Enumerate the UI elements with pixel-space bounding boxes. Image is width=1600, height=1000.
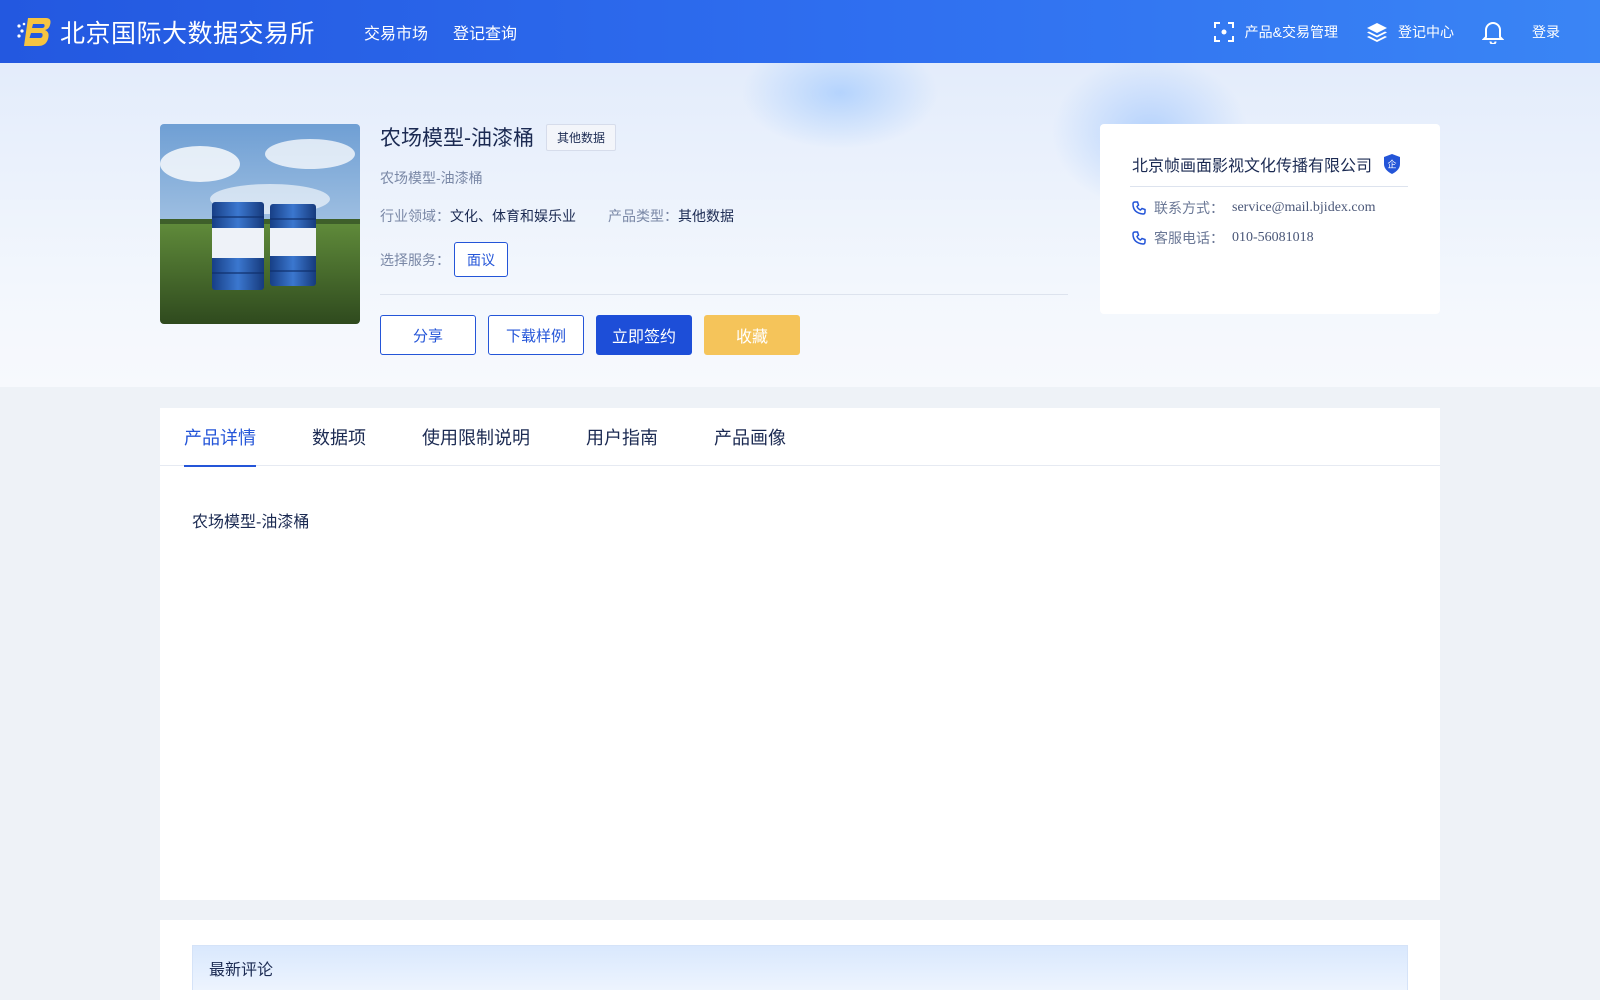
- product-title-row: 农场模型-油漆桶 其他数据: [380, 122, 617, 152]
- logo-icon: [17, 18, 51, 46]
- phone-icon: [1132, 201, 1146, 215]
- tab-user-guide[interactable]: 用户指南: [586, 408, 658, 466]
- detail-tabs: 产品详情 数据项 使用限制说明 用户指南 产品画像: [160, 408, 1440, 467]
- site-logo[interactable]: 北京国际大数据交易所: [16, 14, 315, 50]
- register-center-label: 登记中心: [1398, 23, 1454, 40]
- industry-label: 行业领域：: [380, 208, 450, 224]
- register-center-link[interactable]: 登记中心: [1366, 21, 1454, 43]
- product-type-value: 其他数据: [678, 208, 734, 224]
- notification-button[interactable]: [1482, 20, 1504, 44]
- phone-icon: [1132, 231, 1146, 245]
- enterprise-badge-text: 企: [1388, 159, 1397, 171]
- sign-now-button[interactable]: 立即签约: [596, 315, 692, 355]
- download-sample-button[interactable]: 下载样例: [488, 315, 584, 355]
- login-label: 登录: [1532, 23, 1560, 40]
- tab-product-profile[interactable]: 产品画像: [714, 408, 786, 466]
- enterprise-verified-icon: 企: [1384, 154, 1401, 174]
- nav-item-market[interactable]: 交易市场: [364, 20, 428, 44]
- product-tag: 其他数据: [546, 123, 617, 151]
- header-tools: 产品&交易管理 登记中心 登录: [1185, 0, 1560, 63]
- product-photo: [160, 124, 360, 324]
- detail-content-text: 农场模型-油漆桶: [192, 514, 310, 531]
- phone-label: 客服电话：: [1154, 230, 1224, 246]
- product-management-label: 产品&交易管理: [1244, 23, 1338, 40]
- layers-icon: [1367, 22, 1387, 42]
- product-detail-card: 产品详情 数据项 使用限制说明 用户指南 产品画像 农场模型-油漆桶: [160, 408, 1440, 900]
- contact-email-row: 联系方式： service@mail.bjidex.com: [1132, 198, 1376, 218]
- comments-title: 最新评论: [209, 962, 274, 979]
- main-nav: 交易市场 登记查询: [364, 0, 542, 63]
- comments-header: 最新评论: [192, 945, 1408, 990]
- contact-value: service@mail.bjidex.com: [1232, 200, 1376, 215]
- contact-phone-row: 客服电话： 010-56081018: [1132, 228, 1314, 248]
- login-button[interactable]: 登录: [1532, 22, 1560, 42]
- scan-focus-icon: [1213, 21, 1234, 42]
- contact-label: 联系方式：: [1154, 200, 1224, 216]
- tab-data-items[interactable]: 数据项: [312, 408, 366, 466]
- service-label: 选择服务：: [380, 251, 450, 268]
- tab-usage-restrictions[interactable]: 使用限制说明: [422, 408, 530, 466]
- company-divider: [1130, 186, 1408, 187]
- bell-icon: [1482, 21, 1504, 44]
- hero-divider: [380, 294, 1068, 295]
- phone-value: 010-56081018: [1232, 230, 1314, 245]
- product-type-label: 产品类型：: [608, 208, 678, 224]
- top-navigation-bar: 北京国际大数据交易所 交易市场 登记查询 产品&交易管理 登记中心 登录: [0, 0, 1600, 63]
- company-name-row: 北京帧画面影视文化传播有限公司 企: [1132, 152, 1402, 176]
- company-name[interactable]: 北京帧画面影视文化传播有限公司: [1132, 152, 1372, 176]
- product-meta: 行业领域： 文化、体育和娱乐业 产品类型： 其他数据: [380, 206, 734, 226]
- service-option-negotiable[interactable]: 面议: [454, 242, 508, 277]
- nav-item-register-query[interactable]: 登记查询: [453, 20, 517, 44]
- site-title: 北京国际大数据交易所: [60, 20, 316, 48]
- product-image: [160, 124, 360, 324]
- product-actions: 分享 下载样例 立即签约 收藏: [380, 315, 812, 355]
- product-subtitle: 农场模型-油漆桶: [380, 170, 483, 186]
- comments-card: 最新评论: [160, 920, 1440, 1000]
- product-title: 农场模型-油漆桶: [380, 127, 534, 150]
- company-card: 北京帧画面影视文化传播有限公司 企 联系方式： service@mail.bji…: [1100, 124, 1440, 314]
- favorite-button[interactable]: 收藏: [704, 315, 800, 355]
- service-selector: 选择服务： 面议: [380, 242, 508, 277]
- product-management-link[interactable]: 产品&交易管理: [1213, 21, 1338, 43]
- tab-product-details[interactable]: 产品详情: [184, 408, 256, 467]
- share-button[interactable]: 分享: [380, 315, 476, 355]
- industry-value: 文化、体育和娱乐业: [450, 208, 576, 224]
